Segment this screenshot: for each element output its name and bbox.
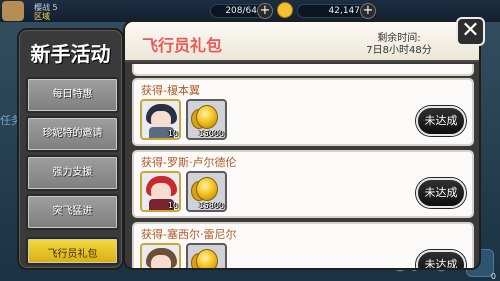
reward-card-partial (132, 64, 474, 76)
player-avatar[interactable] (2, 1, 24, 21)
player-sub-text: 区域 (34, 12, 50, 21)
hero-count: 10 (167, 129, 178, 138)
gold-coin-icon (196, 177, 218, 201)
close-icon[interactable]: ✕ (456, 17, 485, 46)
reward-card-title: 获得-塞西尔·雷尼尔 (141, 228, 237, 241)
gold-value: 42,147 (328, 6, 361, 16)
top-hud: 樱战 5 区域 208/64 + 42,147 + (0, 0, 500, 22)
tab-rapid-progress[interactable]: 突飞猛进 (26, 194, 119, 230)
reward-card: 获得-罗斯·卢尔德伦 10 15800 未达成 (132, 150, 474, 218)
reward-card: 获得-塞西尔·雷尼尔 未达成 (132, 222, 474, 268)
coin-count: 15800 (198, 201, 224, 210)
coin-reward-slot[interactable]: 15800 (186, 171, 227, 212)
gold-display: 42,147 + (297, 3, 376, 19)
gold-coin-icon (277, 2, 293, 18)
claim-status-button[interactable]: 未达成 (416, 250, 466, 268)
left-panel-title: 新手活动 (30, 42, 111, 66)
gold-coin-icon (196, 249, 218, 268)
coin-count: 15000 (198, 129, 224, 138)
gold-plus-button[interactable]: + (360, 3, 376, 19)
bottom-right-label: 0 (490, 272, 496, 281)
timer-value: 7日8小时48分 (366, 45, 432, 56)
stamina-display: 208/64 + (210, 3, 273, 19)
pilot-pack-panel: 飞行员礼包 剩余时间: 7日8小时48分 获得-榎本翼 10 15000 未达成 (123, 20, 481, 270)
stamina-value: 208/64 (225, 6, 257, 16)
claim-status-button[interactable]: 未达成 (416, 178, 466, 208)
tab-strong-support[interactable]: 强力支援 (26, 155, 119, 191)
left-tab-panel: 新手活动 每日特惠 珍妮特的邀请 强力支援 突飞猛进 飞行员礼包 (17, 28, 124, 270)
hero-reward-slot[interactable]: 10 (140, 99, 181, 140)
stamina-plus-button[interactable]: + (257, 3, 273, 19)
reward-card-title: 获得-榎本翼 (141, 84, 200, 97)
hero-reward-slot[interactable] (140, 243, 181, 268)
tab-pilot-pack[interactable]: 飞行员礼包 (26, 237, 119, 265)
panel-header: 飞行员礼包 剩余时间: 7日8小时48分 (125, 22, 479, 62)
hero-face (151, 255, 171, 268)
reward-card: 获得-榎本翼 10 15000 未达成 (132, 78, 474, 146)
claim-status-button[interactable]: 未达成 (416, 106, 466, 136)
coin-reward-slot[interactable]: 15000 (186, 99, 227, 140)
gold-coin-icon (196, 105, 218, 129)
tab-daily-deal[interactable]: 每日特惠 (26, 77, 119, 113)
hero-reward-slot[interactable]: 10 (140, 171, 181, 212)
tab-janet-invite[interactable]: 珍妮特的邀请 (26, 116, 119, 152)
reward-list[interactable]: 获得-榎本翼 10 15000 未达成 获得-罗斯·卢尔德伦 10 15800 … (132, 64, 474, 268)
hero-count: 10 (167, 201, 178, 210)
coin-reward-slot[interactable] (186, 243, 227, 268)
panel-title: 飞行员礼包 (142, 36, 223, 55)
reward-card-title: 获得-罗斯·卢尔德伦 (141, 156, 237, 169)
